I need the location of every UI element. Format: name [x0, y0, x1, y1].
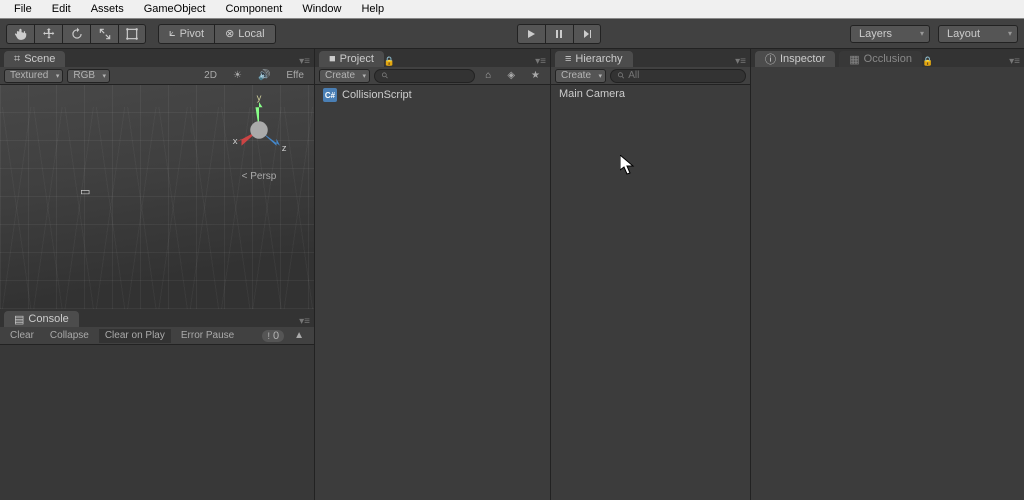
- menu-edit[interactable]: Edit: [42, 1, 81, 17]
- search-icon: [617, 71, 625, 80]
- play-controls: [517, 24, 601, 44]
- scale-tool-button[interactable]: [90, 24, 118, 44]
- menu-gameobject[interactable]: GameObject: [134, 1, 216, 17]
- menu-bar: File Edit Assets GameObject Component Wi…: [0, 0, 1024, 19]
- hierarchy-context-menu-icon[interactable]: ▾≡: [735, 56, 746, 67]
- orientation-gizmo[interactable]: y x z: [224, 95, 294, 165]
- project-filter-type-icon[interactable]: ⌂: [479, 69, 497, 83]
- scene-icon: ⌗: [14, 53, 20, 66]
- layers-dropdown[interactable]: Layers: [850, 25, 930, 43]
- svg-text:x: x: [233, 136, 238, 147]
- inspector-tab[interactable]: ⓘInspector: [755, 51, 835, 67]
- console-clear-on-play-button[interactable]: Clear on Play: [99, 329, 171, 343]
- console-warning-filter-icon[interactable]: ▲: [288, 329, 310, 343]
- console-tab[interactable]: ▤Console: [4, 311, 79, 327]
- scene-context-menu-icon[interactable]: ▾≡: [299, 56, 310, 67]
- scene-projection-label[interactable]: Persp: [224, 171, 294, 182]
- occlusion-icon: ▦: [849, 53, 859, 66]
- local-toggle-button[interactable]: ⊗ Local: [214, 24, 276, 44]
- project-filter-label-icon[interactable]: ◈: [501, 69, 521, 83]
- scene-light-toggle[interactable]: ☀: [227, 69, 248, 83]
- search-icon: [381, 71, 389, 80]
- scene-2d-toggle[interactable]: 2D: [198, 69, 223, 83]
- transform-tool-group: [6, 24, 146, 44]
- scene-rgb-dropdown[interactable]: RGB: [67, 69, 110, 83]
- inspector-context-menu-icon[interactable]: ▾≡: [1009, 56, 1020, 67]
- hierarchy-icon: ≡: [565, 53, 571, 65]
- hierarchy-create-dropdown[interactable]: Create: [555, 69, 606, 83]
- move-tool-button[interactable]: [34, 24, 62, 44]
- main-toolbar: ⟀ Pivot ⊗ Local Layers Layout: [0, 19, 1024, 49]
- project-lock-icon[interactable]: 🔒: [384, 56, 395, 67]
- step-button[interactable]: [573, 24, 601, 44]
- menu-help[interactable]: Help: [351, 1, 394, 17]
- svg-text:y: y: [257, 95, 262, 103]
- occlusion-tab[interactable]: ▦Occlusion: [839, 51, 922, 67]
- scene-effects-toggle[interactable]: Effe: [280, 69, 310, 83]
- hierarchy-body: Main Camera: [551, 85, 750, 500]
- inspector-lock-icon[interactable]: 🔒: [922, 56, 933, 67]
- project-search-input[interactable]: [392, 70, 468, 81]
- hierarchy-item[interactable]: Main Camera: [551, 85, 750, 103]
- project-tab[interactable]: ■Project: [319, 51, 384, 67]
- folder-icon: ■: [329, 53, 336, 65]
- hand-tool-button[interactable]: [6, 24, 34, 44]
- pivot-toggle-button[interactable]: ⟀ Pivot: [158, 24, 214, 44]
- rotate-tool-button[interactable]: [62, 24, 90, 44]
- project-body: C# CollisionScript: [315, 85, 550, 500]
- project-save-search-icon[interactable]: ★: [525, 69, 546, 83]
- menu-component[interactable]: Component: [215, 1, 292, 17]
- play-button[interactable]: [517, 24, 545, 44]
- scene-audio-toggle[interactable]: 🔊: [252, 69, 276, 83]
- camera-gizmo-icon[interactable]: ▭: [80, 185, 90, 198]
- menu-file[interactable]: File: [4, 1, 42, 17]
- scene-shaded-dropdown[interactable]: Textured: [4, 69, 63, 83]
- csharp-script-icon: C#: [323, 88, 337, 102]
- menu-window[interactable]: Window: [292, 1, 351, 17]
- menu-assets[interactable]: Assets: [81, 1, 134, 17]
- layout-dropdown[interactable]: Layout: [938, 25, 1018, 43]
- svg-text:z: z: [282, 143, 287, 154]
- console-clear-button[interactable]: Clear: [4, 329, 40, 343]
- info-icon: ⓘ: [765, 51, 776, 67]
- project-create-dropdown[interactable]: Create: [319, 69, 370, 83]
- project-search[interactable]: [374, 69, 475, 83]
- project-item[interactable]: C# CollisionScript: [315, 85, 550, 105]
- console-body: [0, 345, 314, 500]
- hierarchy-search[interactable]: [610, 69, 746, 83]
- hierarchy-search-input[interactable]: [628, 70, 739, 81]
- console-collapse-button[interactable]: Collapse: [44, 329, 95, 343]
- scene-viewport[interactable]: ▭ y x z Persp: [0, 85, 314, 309]
- rect-tool-button[interactable]: [118, 24, 146, 44]
- pause-button[interactable]: [545, 24, 573, 44]
- console-error-pause-button[interactable]: Error Pause: [175, 329, 240, 343]
- project-context-menu-icon[interactable]: ▾≡: [535, 56, 546, 67]
- inspector-body: [751, 67, 1024, 500]
- console-context-menu-icon[interactable]: ▾≡: [299, 316, 310, 327]
- hierarchy-tab[interactable]: ≡Hierarchy: [555, 51, 633, 67]
- console-error-count[interactable]: ! 0: [262, 330, 284, 342]
- scene-tab[interactable]: ⌗Scene: [4, 51, 65, 67]
- console-icon: ▤: [14, 313, 24, 326]
